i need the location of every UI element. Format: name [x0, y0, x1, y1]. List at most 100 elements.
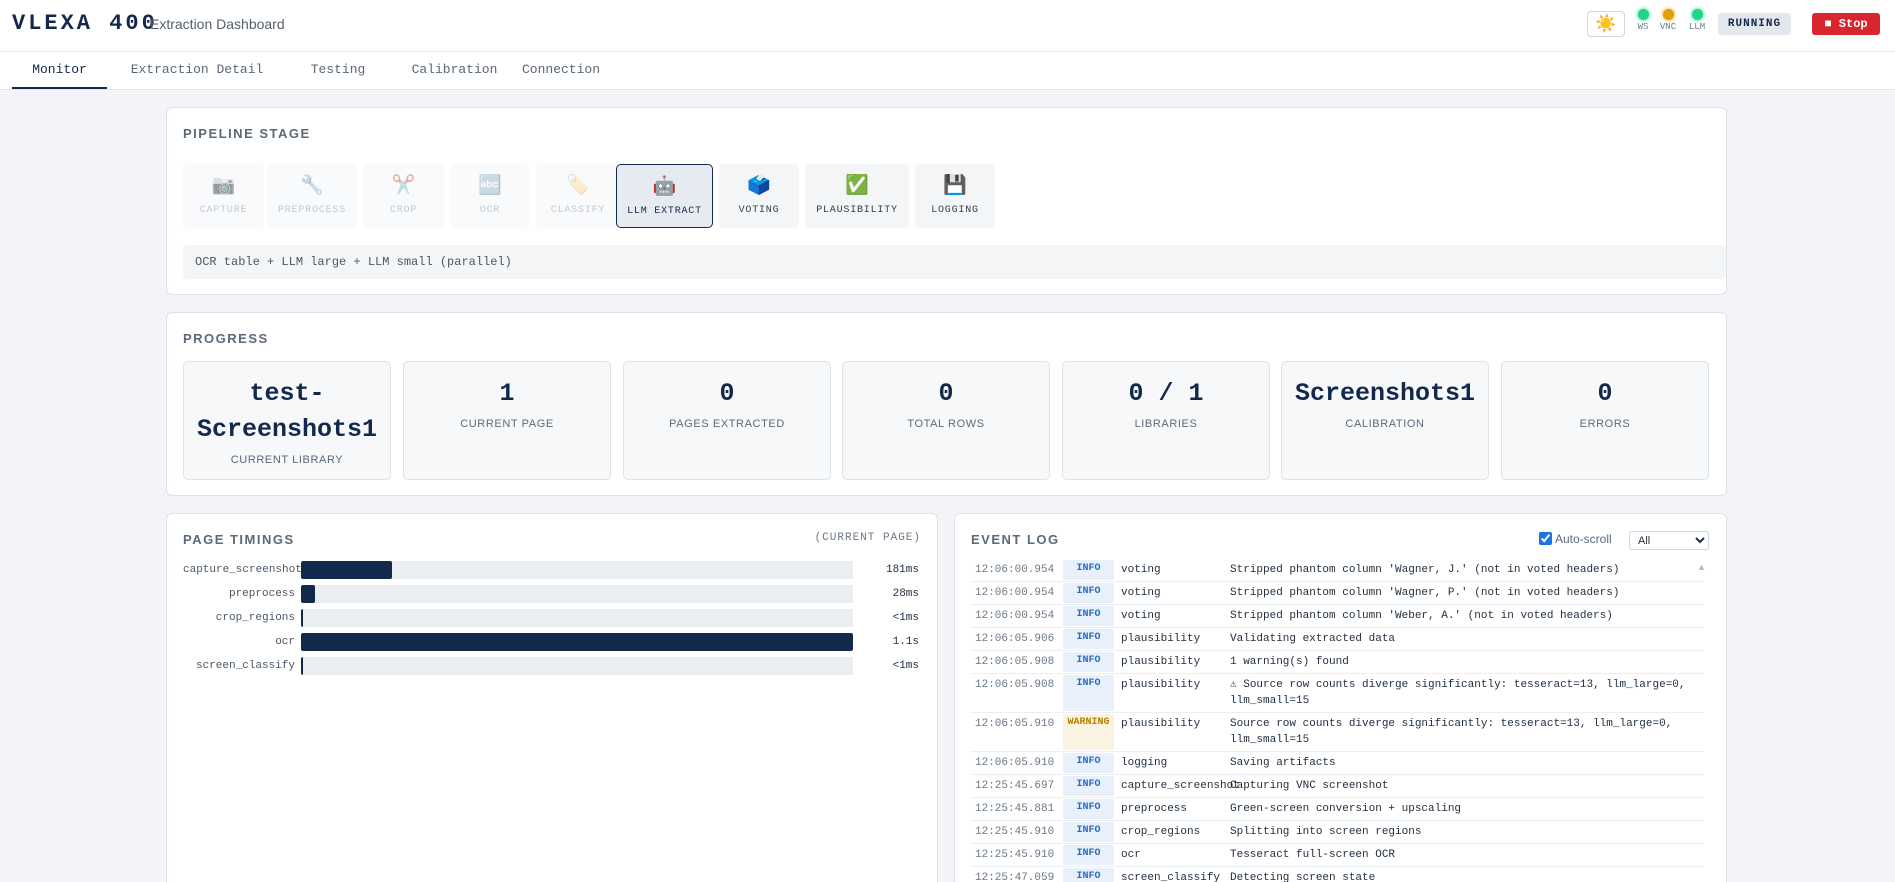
- log-message: Source row counts diverge significantly:…: [1230, 718, 1673, 746]
- event-log-title: EVENT LOG: [971, 532, 1060, 547]
- progress-card-label: CURRENT PAGE: [460, 418, 554, 430]
- log-entry: 12:25:45.881 INFO preprocess Green-screen c…: [971, 798, 1704, 821]
- log-time: 12:25:45.697: [975, 780, 1055, 792]
- event-log-panel: EVENT LOG Auto-scroll All 12:06:00.954 IN…: [954, 513, 1727, 882]
- log-time: 12:06:05.910: [975, 757, 1055, 769]
- vnc-indicator-label: VNC: [1659, 22, 1677, 32]
- theme-toggle-button[interactable]: ☀️: [1587, 11, 1625, 37]
- tab-calibration[interactable]: Calibration: [389, 52, 520, 89]
- progress-card-label: CALIBRATION: [1345, 418, 1425, 430]
- main-tabs: Monitor Extraction Detail Testing Calibr…: [0, 52, 1895, 90]
- log-entry: 12:06:05.906 INFO plausibility Validating e…: [971, 628, 1704, 651]
- log-time: 12:06:05.908: [975, 656, 1055, 668]
- page-timings-panel: PAGE TIMINGS (CURRENT PAGE) capture_scre…: [166, 513, 938, 882]
- log-level-badge: INFO: [1063, 822, 1114, 842]
- progress-card-current-page: 1 CURRENT PAGE: [403, 361, 611, 480]
- llm-status-dot: [1691, 9, 1703, 20]
- timing-bar-fill: [301, 561, 392, 579]
- sun-icon: ☀️: [1595, 14, 1617, 33]
- stage-ocr: 🔤 OCR: [450, 164, 530, 228]
- progress-card-total-rows: 0 TOTAL ROWS: [842, 361, 1050, 480]
- log-level-filter[interactable]: All: [1629, 531, 1709, 550]
- log-level-badge: INFO: [1063, 776, 1114, 796]
- log-level-badge: INFO: [1063, 868, 1114, 882]
- robot-icon: 🤖: [652, 176, 677, 197]
- wrench-icon: 🔧: [300, 175, 324, 196]
- log-message: Saving artifacts: [1230, 757, 1336, 769]
- timing-bar-fill: [301, 609, 303, 627]
- page-timings-subtitle: (CURRENT PAGE): [814, 532, 921, 544]
- stage-label: CROP: [389, 205, 418, 216]
- app-header: VLEXA 400 Extraction Dashboard ☀️ WS VNC…: [0, 0, 1895, 52]
- llm-indicator-label: LLM: [1688, 22, 1706, 32]
- progress-card-value: Screenshots1: [1294, 379, 1476, 408]
- log-entry: 12:06:05.908 INFO plausibility 1 warning(s)…: [971, 651, 1704, 674]
- progress-card-current-library: test-Screenshots1 CURRENT LIBRARY: [183, 361, 391, 480]
- log-stage: crop_regions: [1121, 826, 1201, 838]
- timing-value: 1.1s: [892, 636, 919, 648]
- tab-testing[interactable]: Testing: [287, 52, 389, 89]
- log-entry: 12:25:47.059 INFO screen_classify Detecting…: [971, 867, 1704, 882]
- progress-card-value: 0 / 1: [1128, 379, 1204, 408]
- log-level-badge: INFO: [1063, 652, 1114, 672]
- log-time: 12:06:05.908: [975, 679, 1055, 691]
- vnc-indicator: VNC: [1656, 9, 1680, 32]
- log-message: Detecting screen state: [1230, 872, 1376, 882]
- stage-description: OCR table + LLM large + LLM small (paral…: [183, 245, 1726, 279]
- log-time: 12:06:05.910: [975, 718, 1055, 730]
- log-message: Capturing VNC screenshot: [1230, 780, 1389, 792]
- timing-name: ocr: [275, 636, 295, 648]
- progress-card-label: PAGES EXTRACTED: [669, 418, 785, 430]
- stage-label: CAPTURE: [199, 205, 248, 216]
- progress-card-calibration: Screenshots1 CALIBRATION: [1281, 361, 1489, 480]
- log-message: ⚠ Source row counts diverge significantl…: [1230, 679, 1686, 707]
- stage-llm-extract: 🤖 LLM EXTRACT: [616, 164, 713, 228]
- tab-monitor[interactable]: Monitor: [12, 52, 107, 89]
- stop-button[interactable]: ■ Stop: [1812, 13, 1880, 35]
- autoscroll-toggle[interactable]: Auto-scroll: [1539, 532, 1612, 546]
- autoscroll-checkbox[interactable]: [1539, 532, 1552, 545]
- timing-bar-track: [301, 585, 853, 603]
- timing-row-ocr: ocr 1.1s: [183, 633, 923, 651]
- log-stage: voting: [1121, 587, 1161, 599]
- progress-card-label: CURRENT LIBRARY: [230, 454, 344, 466]
- status-badge: RUNNING: [1718, 13, 1791, 35]
- timing-bar-track: [301, 561, 853, 579]
- stage-label: PLAUSIBILITY: [816, 205, 898, 216]
- stage-logging: 💾 LOGGING: [915, 164, 995, 228]
- scroll-up-arrow-icon[interactable]: ▲: [1697, 562, 1706, 572]
- vnc-status-dot: [1662, 9, 1674, 20]
- timing-row-preprocess: preprocess 28ms: [183, 585, 923, 603]
- progress-title: PROGRESS: [183, 331, 269, 346]
- log-stage: voting: [1121, 610, 1161, 622]
- log-entry: 12:06:00.954 INFO voting Stripped phantom c…: [971, 582, 1704, 605]
- log-message: Validating extracted data: [1230, 633, 1396, 645]
- log-entry: 12:06:05.908 INFO plausibility ⚠ Source row…: [971, 674, 1704, 713]
- log-level-badge: INFO: [1063, 753, 1114, 773]
- progress-card-label: LIBRARIES: [1134, 418, 1198, 430]
- tag-icon: 🏷️: [566, 175, 590, 196]
- log-level-badge: INFO: [1063, 560, 1114, 580]
- progress-card-errors: 0 ERRORS: [1501, 361, 1709, 480]
- log-stage: plausibility: [1121, 718, 1201, 730]
- timing-value: 28ms: [892, 588, 919, 600]
- progress-card-value: 1: [499, 379, 515, 408]
- log-stage: plausibility: [1121, 656, 1201, 668]
- ws-indicator-label: WS: [1637, 22, 1649, 32]
- scissors-icon: ✂️: [391, 175, 416, 196]
- log-time: 12:06:05.906: [975, 633, 1055, 645]
- log-message: 1 warning(s) found: [1230, 656, 1349, 668]
- stage-crop: ✂️ CROP: [363, 164, 444, 228]
- tab-extraction-detail[interactable]: Extraction Detail: [107, 52, 287, 89]
- check-icon: ✅: [845, 175, 869, 196]
- log-time: 12:25:45.881: [975, 803, 1055, 815]
- timing-bar-fill: [301, 585, 316, 603]
- tab-connection[interactable]: Connection: [506, 52, 616, 89]
- log-time: 12:25:47.059: [975, 872, 1055, 882]
- llm-indicator: LLM: [1685, 9, 1709, 32]
- stage-label: VOTING: [738, 205, 780, 216]
- log-level-badge: WARNING: [1063, 714, 1114, 750]
- timing-bar-track: [301, 633, 853, 651]
- log-level-badge: INFO: [1063, 629, 1114, 649]
- stage-label: LLM EXTRACT: [627, 206, 702, 217]
